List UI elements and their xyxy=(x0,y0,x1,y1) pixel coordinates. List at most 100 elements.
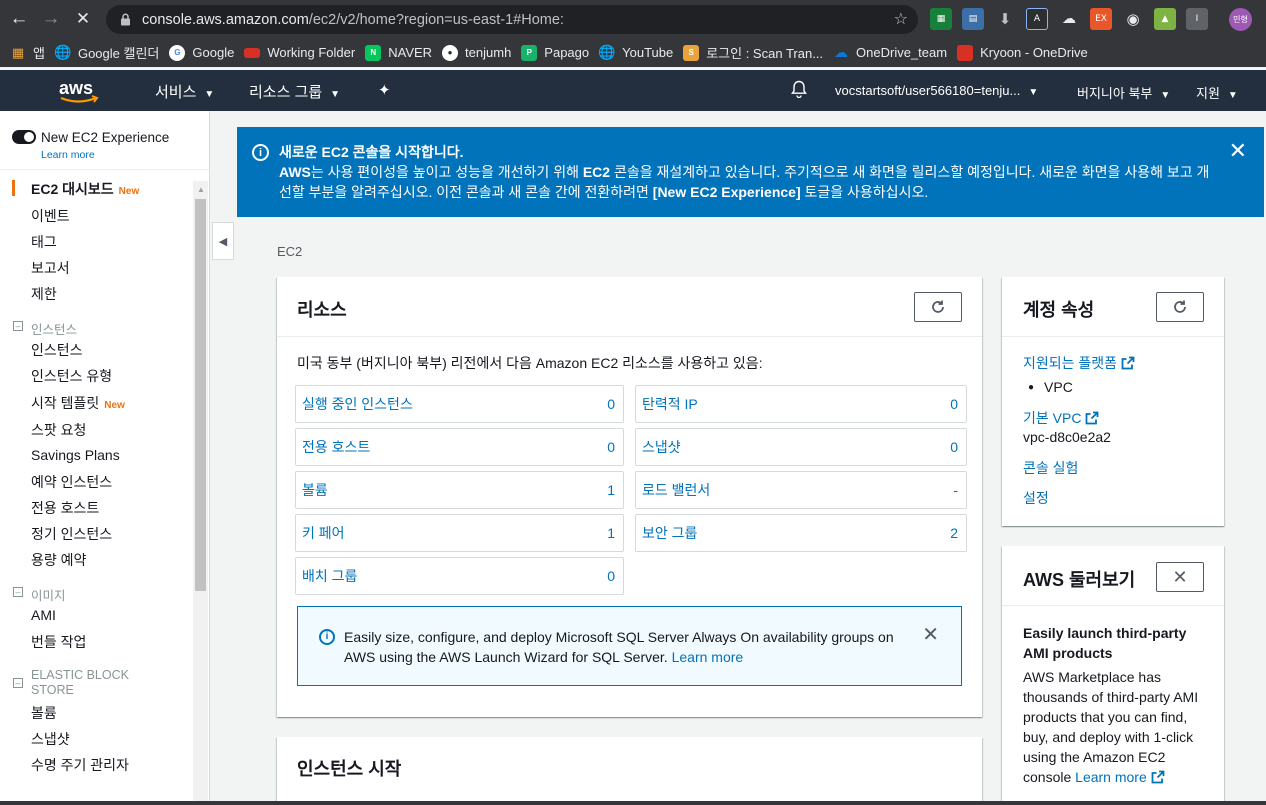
extension-news-icon[interactable]: ▤ xyxy=(962,8,984,30)
scrollbar-thumb[interactable] xyxy=(195,199,206,591)
close-icon[interactable]: ✕ xyxy=(922,625,939,645)
sidebar-item-spot-requests[interactable]: 스팟 요청 xyxy=(31,420,86,440)
resource-dedicated-hosts[interactable]: 전용 호스트 0 xyxy=(295,428,624,466)
account-menu[interactable]: vocstartsoft/user566180=tenju... ▼ xyxy=(835,83,1038,98)
sidebar-item-lifecycle-manager[interactable]: 수명 주기 관리자 xyxy=(31,755,129,775)
sidebar-item-launch-templates[interactable]: 시작 템플릿 New xyxy=(31,393,125,413)
github-icon: ● xyxy=(442,44,459,61)
region-menu[interactable]: 버지니아 북부 ▼ xyxy=(1077,83,1170,102)
close-icon[interactable]: ✕ xyxy=(1229,140,1247,162)
sidebar-item-capacity-reservations[interactable]: 용량 예약 xyxy=(31,550,86,570)
sidebar-item-scheduled-instances[interactable]: 정기 인스턴스 xyxy=(31,524,112,544)
url-host: console.aws.amazon.com xyxy=(142,11,309,28)
sidebar-item-ami[interactable]: AMI xyxy=(31,607,56,623)
sidebar-item-instance-types[interactable]: 인스턴스 유형 xyxy=(31,366,112,386)
bookmark-google[interactable]: G Google xyxy=(169,44,234,61)
bookmark-papago[interactable]: P Papago xyxy=(521,44,589,61)
sidebar-item-reserved-instances[interactable]: 예약 인스턴스 xyxy=(31,472,112,492)
refresh-button[interactable] xyxy=(1156,292,1204,322)
sidebar-item-volumes[interactable]: 볼륨 xyxy=(31,703,57,723)
resource-load-balancers[interactable]: 로드 밸런서 - xyxy=(635,471,967,509)
aws-logo[interactable]: aws xyxy=(58,77,103,105)
bookmark-scan-login[interactable]: S 로그인 : Scan Tran... xyxy=(683,43,823,62)
extension-cloud-icon[interactable]: ☁ xyxy=(1058,8,1080,30)
resource-placement-groups[interactable]: 배치 그룹 0 xyxy=(295,557,624,595)
back-arrow-icon[interactable]: ← xyxy=(6,6,32,32)
support-menu[interactable]: 지원 ▼ xyxy=(1196,83,1238,102)
resource-groups-menu[interactable]: 리소스 그룹 ▼ xyxy=(249,81,340,102)
toggle-learn-more-link[interactable]: Learn more xyxy=(41,149,95,161)
bell-icon[interactable] xyxy=(791,80,807,102)
account-attributes-title: 계정 속성 xyxy=(1023,300,1095,320)
extension-green-icon[interactable]: ▲ xyxy=(1154,8,1176,30)
panel-divider xyxy=(1002,336,1224,337)
folder-icon xyxy=(244,47,261,58)
settings-link[interactable]: 설정 xyxy=(1023,488,1049,508)
sidebar-item-dedicated-hosts[interactable]: 전용 호스트 xyxy=(31,498,99,518)
collapse-sidebar-button[interactable]: ◀ xyxy=(212,222,234,260)
dismiss-button[interactable]: ✕ xyxy=(1156,562,1204,592)
bookmark-naver[interactable]: N NAVER xyxy=(365,44,432,61)
forward-arrow-icon[interactable]: → xyxy=(38,6,64,32)
resources-intro: 미국 동부 (버지니아 북부) 리전에서 다음 Amazon EC2 리소스를 … xyxy=(297,355,763,371)
sql-learn-more-link[interactable]: Learn more xyxy=(672,649,744,665)
sidebar-item-reports[interactable]: 보고서 xyxy=(31,258,70,278)
sidebar-section-images[interactable]: – 이미지 xyxy=(13,585,66,604)
bookmark-youtube[interactable]: 🌐 YouTube xyxy=(598,44,673,61)
sidebar-item-bundle-tasks[interactable]: 번들 작업 xyxy=(31,632,86,652)
sidebar-item-instances[interactable]: 인스턴스 xyxy=(31,340,83,360)
toggle-label: New EC2 Experience xyxy=(41,130,170,145)
sidebar-item-snapshots[interactable]: 스냅샷 xyxy=(31,729,70,749)
collapse-minus-icon: – xyxy=(13,678,23,688)
breadcrumb[interactable]: EC2 xyxy=(277,244,302,259)
pin-icon[interactable]: ✦ xyxy=(378,81,391,99)
bookmark-kryoon-onedrive[interactable]: Kryoon - OneDrive xyxy=(957,44,1088,61)
new-ec2-experience-toggle[interactable] xyxy=(12,130,36,144)
sidebar-item-events[interactable]: 이벤트 xyxy=(31,206,70,226)
sidebar-section-instances[interactable]: – 인스턴스 xyxy=(13,319,77,338)
extension-circle-icon[interactable]: ◉ xyxy=(1122,8,1144,30)
services-menu[interactable]: 서비스 ▼ xyxy=(155,81,214,102)
sidebar-item-savings-plans[interactable]: Savings Plans xyxy=(31,447,120,463)
sidebar-item-ec2-dashboard[interactable]: EC2 대시보드 New xyxy=(31,179,139,199)
apps-grid-icon: ▦ xyxy=(11,44,25,60)
resource-key-pairs[interactable]: 키 페어 1 xyxy=(295,514,624,552)
bookmark-apps[interactable]: ▦ 앱 xyxy=(10,43,45,62)
sidebar-section-ebs[interactable]: – ELASTIC BLOCK STORE xyxy=(13,668,129,698)
resource-running-instances[interactable]: 실행 중인 인스턴스 0 xyxy=(295,385,624,423)
onedrive-cloud-icon: ☁ xyxy=(834,44,849,60)
extension-ex-icon[interactable]: EX xyxy=(1090,8,1112,30)
resource-volumes[interactable]: 볼륨 1 xyxy=(295,471,624,509)
scroll-up-arrow-icon[interactable]: ▲ xyxy=(197,185,205,194)
extension-download-icon[interactable]: ⬇ xyxy=(994,8,1016,30)
stop-loading-icon[interactable]: ✕ xyxy=(70,6,96,32)
sidebar-item-tags[interactable]: 태그 xyxy=(31,232,57,252)
default-vpc-link[interactable]: 기본 VPC xyxy=(1023,408,1099,428)
sidebar-scrollbar[interactable]: ▲ xyxy=(193,181,208,801)
console-experiments-link[interactable]: 콘솔 실험 xyxy=(1023,458,1078,478)
url-path: /ec2/v2/home?region=us-east-1#Home: xyxy=(308,11,564,28)
supported-platforms-link[interactable]: 지원되는 플랫폼 xyxy=(1023,353,1135,373)
new-badge: New xyxy=(118,186,140,197)
bookmark-onedrive-team[interactable]: ☁ OneDrive_team xyxy=(833,44,947,61)
sidebar-item-limits[interactable]: 제한 xyxy=(31,284,57,304)
explore-learn-more-link[interactable]: Learn more xyxy=(1075,769,1165,785)
bookmark-tenjumh[interactable]: ● tenjumh xyxy=(442,44,511,61)
aws-top-nav: aws 서비스 ▼ 리소스 그룹 ▼ ✦ vocstartsoft/user5661… xyxy=(0,70,1266,111)
bookmark-star-icon[interactable]: ☆ xyxy=(894,9,908,29)
resource-elastic-ips[interactable]: 탄력적 IP 0 xyxy=(635,385,967,423)
address-bar[interactable]: console.aws.amazon.com/ec2/v2/home?regio… xyxy=(106,5,918,34)
profile-avatar[interactable]: 민형 xyxy=(1229,8,1252,31)
refresh-button[interactable] xyxy=(914,292,962,322)
sidebar: New EC2 Experience Learn more EC2 대시보드 Ne… xyxy=(0,111,210,801)
extension-a-icon[interactable]: A xyxy=(1026,8,1048,30)
resource-snapshots[interactable]: 스냅샷 0 xyxy=(635,428,967,466)
extension-i-icon[interactable]: I xyxy=(1186,8,1208,30)
panel-divider xyxy=(1002,605,1224,606)
bookmark-google-calendar[interactable]: 🌐 Google 캘린더 xyxy=(54,43,159,62)
new-console-banner: i 새로운 EC2 콘솔을 시작합니다. AWS는 사용 편이성을 높이고 성능… xyxy=(237,127,1264,217)
bookmark-working-folder[interactable]: Working Folder xyxy=(244,45,355,60)
close-icon: ✕ xyxy=(1172,566,1188,587)
resource-security-groups[interactable]: 보안 그룹 2 xyxy=(635,514,967,552)
extension-sheets-icon[interactable]: ▦ xyxy=(930,8,952,30)
